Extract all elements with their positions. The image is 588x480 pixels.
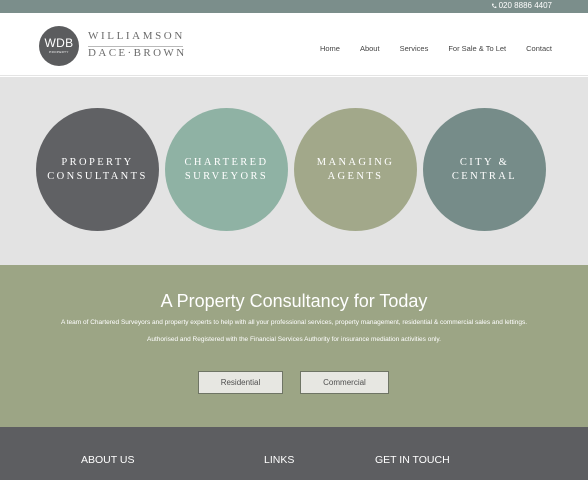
circle-line2: SURVEYORS bbox=[184, 170, 269, 182]
circle-line1: MANAGING bbox=[316, 156, 395, 168]
hero-fsa-text: Authorised and Registered with the Finan… bbox=[147, 336, 441, 343]
site-header: WDB PROPERTY WILLIAMSON DACE·BROWN Home … bbox=[0, 13, 588, 76]
circle-line1: CHARTERED bbox=[184, 156, 269, 168]
nav-home[interactable]: Home bbox=[320, 44, 340, 53]
logo-name-line1: WILLIAMSON bbox=[88, 30, 185, 42]
site-footer: ABOUT US LINKS GET IN TOUCH bbox=[0, 427, 588, 480]
hero-section: A Property Consultancy for Today A team … bbox=[0, 265, 588, 427]
nav-contact[interactable]: Contact bbox=[526, 44, 552, 53]
logo-badge-subtext: PROPERTY bbox=[49, 50, 69, 54]
phone-number[interactable]: 020 8886 4407 bbox=[491, 1, 552, 10]
phone-text[interactable]: 020 8886 4407 bbox=[499, 1, 552, 10]
circle-managing-agents[interactable]: MANAGING AGENTS bbox=[294, 108, 417, 231]
hero-title: A Property Consultancy for Today bbox=[160, 291, 428, 311]
circle-line1: CITY & bbox=[459, 156, 510, 168]
circle-line2: AGENTS bbox=[327, 170, 384, 182]
circle-line2: CENTRAL bbox=[451, 170, 518, 182]
footer-links-heading: LINKS bbox=[264, 454, 295, 466]
phone-icon bbox=[491, 3, 497, 8]
nav-for-sale-to-let[interactable]: For Sale & To Let bbox=[448, 44, 506, 53]
commercial-button[interactable]: Commercial bbox=[300, 371, 389, 394]
circle-chartered-surveyors[interactable]: CHARTERED SURVEYORS bbox=[165, 108, 288, 231]
logo-badge[interactable]: WDB PROPERTY bbox=[39, 26, 79, 66]
footer-about-heading: ABOUT US bbox=[81, 454, 135, 466]
logo-badge-text: WDB bbox=[44, 36, 74, 50]
residential-button[interactable]: Residential bbox=[198, 371, 283, 394]
circle-property-consultants[interactable]: PROPERTY CONSULTANTS bbox=[36, 108, 159, 231]
services-band: PROPERTY CONSULTANTS CHARTERED SURVEYORS… bbox=[0, 77, 588, 265]
logo-divider bbox=[88, 46, 183, 47]
footer-contact-heading: GET IN TOUCH bbox=[375, 454, 450, 466]
circle-line2: CONSULTANTS bbox=[47, 170, 148, 182]
top-bar: 020 8886 4407 bbox=[0, 0, 588, 13]
nav-about[interactable]: About bbox=[360, 44, 380, 53]
logo-wordmark[interactable]: WILLIAMSON DACE·BROWN bbox=[88, 30, 187, 59]
circle-line1: PROPERTY bbox=[61, 156, 134, 168]
nav-services[interactable]: Services bbox=[400, 44, 429, 53]
main-nav: Home About Services For Sale & To Let Co… bbox=[300, 44, 552, 53]
circle-city-central[interactable]: CITY & CENTRAL bbox=[423, 108, 546, 231]
hero-intro-text: A team of Chartered Surveyors and proper… bbox=[60, 319, 528, 326]
logo-name-line2: DACE·BROWN bbox=[88, 47, 187, 59]
